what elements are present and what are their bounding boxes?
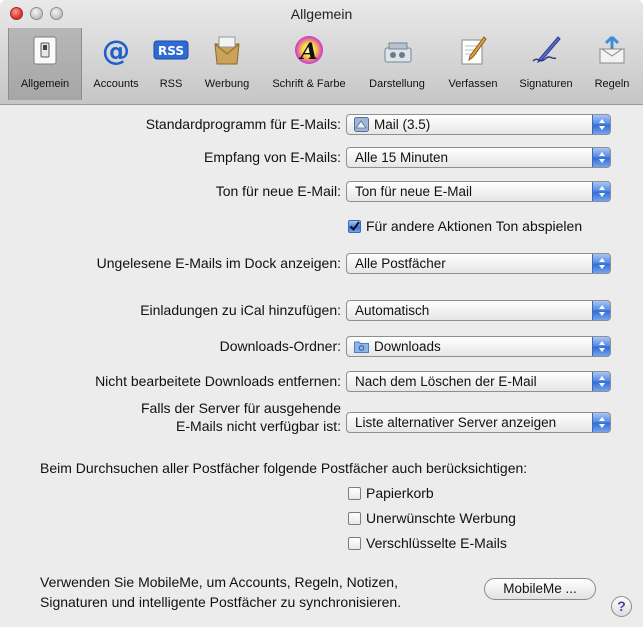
search-heading: Beim Durchsuchen aller Postfächer folgen… (40, 460, 528, 476)
popup-value: Nach dem Löschen der E-Mail (355, 374, 537, 389)
preferences-window: Allgemein Allgemein @ Accounts RSS RSS W… (0, 0, 643, 627)
mobileme-text-line2: Signaturen und intelligente Postfächer z… (40, 594, 402, 610)
compose-icon (461, 36, 487, 65)
server-unavailable-label-line1: Falls der Server für ausgehende (141, 400, 341, 416)
mobileme-button[interactable]: MobileMe ... (484, 578, 596, 600)
popup-value: Alle Postfächer (355, 256, 446, 271)
sound-popup[interactable]: Ton für neue E-Mail (346, 181, 611, 202)
viewing-icon (384, 42, 412, 63)
junk-checkbox[interactable] (348, 512, 361, 525)
play-sounds-checkbox[interactable] (348, 220, 361, 233)
toolbar-item-rss[interactable]: RSS RSS (148, 28, 194, 100)
font-glyph: A (298, 39, 317, 65)
encrypted-checkbox[interactable] (348, 537, 361, 550)
rss-badge-text: RSS (158, 44, 184, 58)
toolbar-label: Signaturen (519, 78, 573, 90)
toolbar-item-verfassen[interactable]: Verfassen (440, 28, 506, 100)
toolbar-item-darstellung[interactable]: Darstellung (358, 28, 436, 100)
toolbar-label: Verfassen (448, 78, 498, 90)
server-unavailable-popup[interactable]: Liste alternativer Server anzeigen (346, 412, 611, 433)
check-mail-label: Empfang von E-Mails: (204, 149, 341, 165)
server-unavailable-label-line2: E-Mails nicht verfügbar ist: (176, 418, 341, 434)
toolbar-label: RSS (159, 78, 183, 90)
remove-downloads-popup[interactable]: Nach dem Löschen der E-Mail (346, 371, 611, 392)
remove-downloads-label: Nicht bearbeitete Downloads entfernen: (95, 373, 341, 389)
dock-unread-label: Ungelesene E-Mails im Dock anzeigen: (96, 255, 341, 271)
rules-icon (599, 35, 625, 64)
default-client-popup[interactable]: Mail (3.5) (346, 114, 611, 135)
popup-arrows-icon (592, 254, 610, 273)
popup-arrows-icon (592, 115, 610, 134)
trash-checkbox[interactable] (348, 487, 361, 500)
ical-label: Einladungen zu iCal hinzufügen: (140, 302, 341, 318)
toolbar-item-signaturen[interactable]: Signaturen (510, 28, 582, 100)
dock-unread-popup[interactable]: Alle Postfächer (346, 253, 611, 274)
toolbar-label: Accounts (93, 78, 139, 90)
popup-value: Downloads (374, 339, 441, 354)
popup-value: Ton für neue E-Mail (355, 184, 473, 199)
popup-arrows-icon (592, 148, 610, 167)
play-sounds-label: Für andere Aktionen Ton abspielen (366, 218, 583, 234)
light-switch-icon (33, 36, 57, 65)
popup-value: Mail (3.5) (374, 117, 431, 132)
font-color-icon: A (295, 36, 323, 65)
toolbar-item-accounts[interactable]: @ Accounts (84, 28, 148, 100)
signature-icon (532, 36, 561, 64)
toolbar-label: Werbung (204, 78, 250, 90)
sound-label: Ton für neue E-Mail: (215, 183, 341, 199)
title-toolbar: Allgemein Allgemein @ Accounts RSS RSS W… (0, 0, 643, 105)
help-button[interactable]: ? (611, 596, 632, 617)
junk-label: Unerwünschte Werbung (366, 510, 516, 526)
mail-app-icon (354, 117, 369, 132)
mobileme-text-line1: Verwenden Sie MobileMe, um Accounts, Reg… (40, 574, 398, 590)
folder-icon (354, 341, 369, 353)
junk-mail-icon (214, 36, 240, 65)
toolbar-item-allgemein[interactable]: Allgemein (8, 28, 82, 100)
toolbar-item-werbung[interactable]: Werbung (196, 28, 258, 100)
window-title: Allgemein (290, 6, 353, 22)
svg-text:@: @ (102, 34, 130, 66)
popup-arrows-icon (592, 301, 610, 320)
toolbar-label: Darstellung (369, 78, 425, 90)
trash-label: Papierkorb (366, 485, 434, 501)
ical-popup[interactable]: Automatisch (346, 300, 611, 321)
encrypted-label: Verschlüsselte E-Mails (366, 535, 507, 551)
toolbar-item-schrift-farbe[interactable]: A Schrift & Farbe (262, 28, 356, 100)
popup-arrows-icon (592, 337, 610, 356)
toolbar-label: Regeln (594, 78, 630, 90)
downloads-folder-popup[interactable]: Downloads (346, 336, 611, 357)
toolbar-label: Schrift & Farbe (272, 78, 346, 90)
popup-value: Liste alternativer Server anzeigen (355, 415, 557, 430)
toolbar-item-regeln[interactable]: Regeln (584, 28, 640, 100)
at-sign-icon: @ (102, 34, 130, 66)
popup-arrows-icon (592, 372, 610, 391)
popup-arrows-icon (592, 182, 610, 201)
default-client-label: Standardprogramm für E-Mails: (145, 116, 341, 132)
popup-arrows-icon (592, 413, 610, 432)
popup-value: Automatisch (355, 303, 430, 318)
checkmark-icon (349, 221, 360, 232)
popup-value: Alle 15 Minuten (355, 150, 449, 165)
toolbar-label: Allgemein (20, 78, 70, 90)
rss-icon: RSS (153, 40, 189, 60)
check-mail-popup[interactable]: Alle 15 Minuten (346, 147, 611, 168)
downloads-folder-label: Downloads-Ordner: (219, 338, 341, 354)
